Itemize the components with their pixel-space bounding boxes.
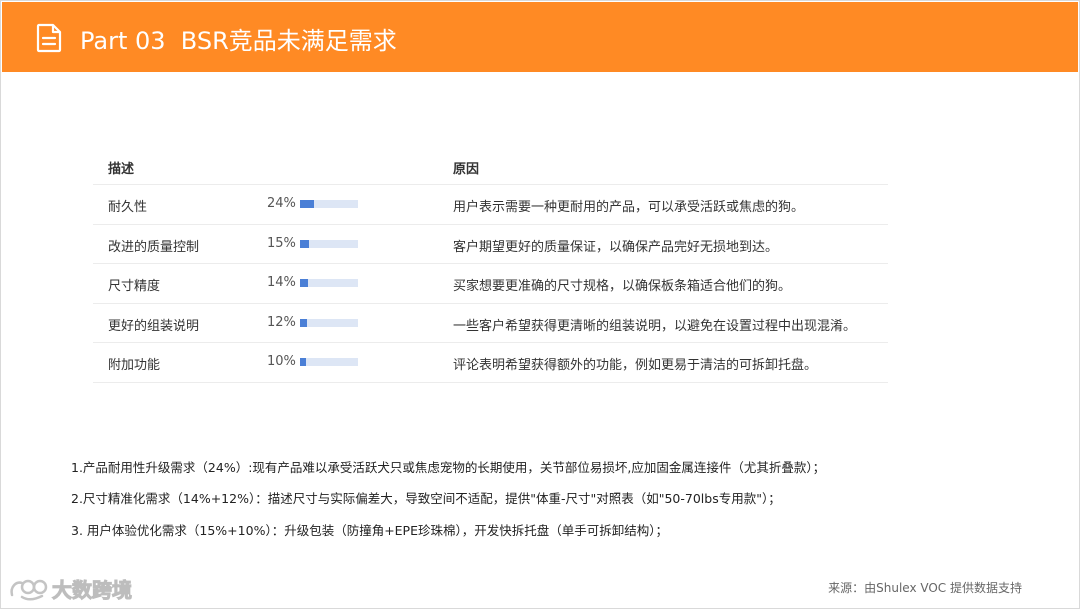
row-description: 尺寸精度 bbox=[108, 279, 161, 295]
row-percent: 24% bbox=[267, 196, 296, 211]
source-note: 来源：由Shulex VOC 提供数据支持 bbox=[828, 581, 1022, 595]
row-reason: 买家想要更准确的尺寸规格，以确保板条箱适合他们的狗。 bbox=[453, 279, 792, 295]
table-row: 附加功能 10% 评论表明希望获得额外的功能，例如更易于清洁的可拆卸托盘。 bbox=[93, 343, 888, 383]
table-row: 耐久性 24% 用户表示需要一种更耐用的产品，可以承受活跃或焦虑的狗。 bbox=[93, 185, 888, 225]
column-header-description: 描述 bbox=[108, 162, 135, 177]
percent-bar bbox=[300, 318, 358, 327]
page-title: Part 03 BSR竞品未满足需求 bbox=[80, 27, 397, 55]
row-percent: 10% bbox=[267, 354, 296, 370]
document-icon bbox=[36, 23, 62, 53]
brand-logo: 大数跨境 bbox=[8, 574, 133, 603]
note-item: 1.产品耐用性升级需求（24%）:现有产品难以承受活跃犬只或焦虑宠物的长期使用，… bbox=[71, 460, 826, 475]
table-header: 描述 原因 bbox=[93, 147, 888, 185]
row-reason: 评论表明希望获得额外的功能，例如更易于清洁的可拆卸托盘。 bbox=[453, 358, 818, 374]
row-reason: 用户表示需要一种更耐用的产品，可以承受活跃或焦虑的狗。 bbox=[453, 200, 805, 215]
percent-bar bbox=[300, 358, 358, 367]
row-description: 耐久性 bbox=[108, 200, 148, 215]
table-row: 更好的组装说明 12% 一些客户希望获得更清晰的组装说明，以避免在设置过程中出现混淆… bbox=[93, 304, 888, 344]
header-bar: Part 03 BSR竞品未满足需求 bbox=[2, 2, 1078, 72]
row-reason: 客户期望更好的质量保证，以确保产品完好无损地到达。 bbox=[453, 239, 779, 255]
row-percent: 14% bbox=[267, 275, 296, 291]
row-percent: 12% bbox=[267, 314, 296, 330]
row-description: 附加功能 bbox=[108, 358, 161, 374]
row-description: 改进的质量控制 bbox=[108, 239, 200, 255]
percent-bar-fill bbox=[300, 239, 309, 248]
percent-bar-fill bbox=[300, 358, 306, 367]
needs-table: 描述 原因 耐久性 24% 用户表示需要一种更耐用的产品，可以承受活跃或焦虑的狗。改… bbox=[93, 147, 888, 383]
table-row: 改进的质量控制 15% 客户期望更好的质量保证，以确保产品完好无损地到达。 bbox=[93, 225, 888, 265]
percent-bar-fill bbox=[300, 279, 309, 288]
note-item: 3. 用户体验优化需求（15%+10%）：升级包装（防撞角+EPE珍珠棉），开发… bbox=[71, 523, 668, 538]
percent-bar-fill bbox=[300, 318, 307, 327]
percent-bar bbox=[300, 239, 358, 248]
row-description: 更好的组装说明 bbox=[108, 318, 200, 334]
row-reason: 一些客户希望获得更清晰的组装说明，以避免在设置过程中出现混淆。 bbox=[453, 318, 857, 334]
row-percent: 15% bbox=[267, 235, 296, 251]
table-row: 尺寸精度 14% 买家想要更准确的尺寸规格，以确保板条箱适合他们的狗。 bbox=[93, 264, 888, 304]
note-item: 2.尺寸精准化需求（14%+12%）：描述尺寸与实际偏差大，导致空间不适配，提供… bbox=[71, 491, 781, 506]
percent-bar bbox=[300, 200, 358, 208]
percent-bar-fill bbox=[300, 200, 314, 208]
brand-logo-text: 大数跨境 bbox=[52, 578, 133, 603]
column-header-reason: 原因 bbox=[453, 162, 480, 177]
percent-bar bbox=[300, 279, 358, 288]
brand-logo-icon bbox=[10, 579, 48, 600]
